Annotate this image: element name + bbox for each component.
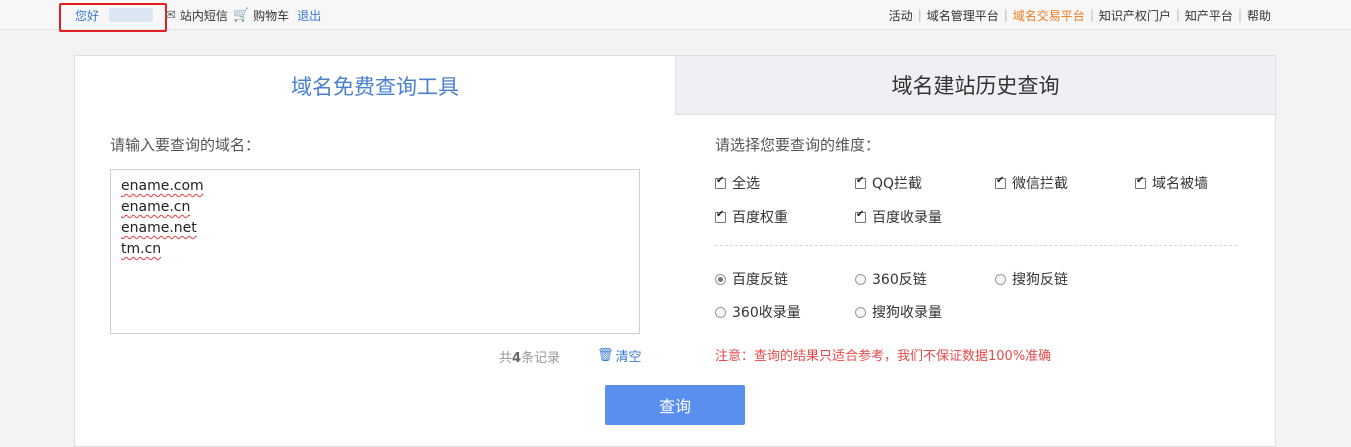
checkbox-label: 全选 [732, 176, 760, 192]
top-nav: 活动 | 域名管理平台 | 域名交易平台 | 知识产权门户 | 知产平台 | 帮助 [889, 0, 1271, 30]
nav-separator: | [1175, 8, 1180, 22]
trash-icon: 🗑 [597, 348, 614, 363]
cart-label: 购物车 [253, 8, 290, 23]
messages-label: 站内短信 [179, 8, 228, 23]
record-count: 共4条记录 [499, 347, 560, 366]
options-divider [715, 245, 1237, 246]
count-prefix: 共 [499, 351, 513, 366]
checkbox-label: 百度收录量 [872, 210, 942, 226]
radio-icon[interactable] [715, 306, 726, 318]
checkbox-label: 域名被墙 [1152, 176, 1208, 192]
top-bar: 您好 ✉ 站内短信 🛒 购物车 退出 活动 | 域名管理平台 | 域名交易平台 | 知识产权… [0, 0, 1351, 32]
checkbox-label: 百度权重 [732, 210, 788, 226]
count-number: 4 [512, 351, 522, 366]
checkbox-label: 微信拦截 [1012, 176, 1068, 192]
dimension-label: 请选择您要查询的维度： [715, 136, 881, 154]
nav-separator: | [1237, 8, 1242, 22]
hello-text: 您好 [75, 8, 100, 23]
domain-entry: ename.com [121, 178, 204, 194]
radio-360-indexed[interactable]: 360收录量 [715, 302, 801, 322]
radio-label: 搜狗反链 [1012, 272, 1068, 288]
top-bar-left: 您好 ✉ 站内短信 🛒 购物车 退出 [60, 0, 321, 30]
checkbox-checked-icon[interactable] [995, 175, 1006, 189]
radio-360-backlinks[interactable]: 360反链 [855, 269, 927, 289]
checkbox-label: QQ拦截 [872, 176, 923, 192]
top-nav-item[interactable]: 活动 [889, 7, 913, 24]
radio-selected-icon[interactable] [715, 273, 726, 285]
cart-link[interactable]: 🛒 购物车 [233, 7, 289, 24]
domain-entry: ename.net [121, 220, 197, 236]
username-blurred[interactable] [109, 8, 154, 22]
top-nav-item[interactable]: 域名交易平台 [1013, 7, 1085, 24]
accuracy-notice: 注意：查询的结果只适合参考，我们不保证数据100%准确 [715, 349, 1052, 364]
radio-icon[interactable] [855, 306, 866, 318]
clear-label: 清空 [615, 350, 642, 365]
top-nav-item[interactable]: 知识产权门户 [1099, 7, 1171, 24]
checkbox-checked-icon[interactable] [715, 175, 726, 189]
nav-separator: | [917, 8, 922, 22]
clear-button[interactable]: 🗑 清空 [597, 346, 642, 365]
radio-label: 百度反链 [732, 272, 788, 288]
radio-icon[interactable] [855, 273, 866, 285]
domain-entry: tm.cn [121, 241, 162, 257]
checkbox-checked-icon[interactable] [855, 209, 866, 223]
checkbox-baidu-indexed[interactable]: 百度收录量 [855, 207, 942, 227]
messages-link[interactable]: ✉ 站内短信 [165, 7, 228, 24]
radio-sogou-backlinks[interactable]: 搜狗反链 [995, 269, 1068, 289]
nav-separator: | [1003, 8, 1008, 22]
domain-entry: ename.cn [121, 199, 191, 215]
nav-separator: | [1089, 8, 1094, 22]
radio-sogou-indexed[interactable]: 搜狗收录量 [855, 302, 942, 322]
top-nav-item[interactable]: 知产平台 [1185, 7, 1233, 24]
radio-label: 搜狗收录量 [872, 305, 942, 321]
cart-icon: 🛒 [232, 7, 250, 23]
radio-icon[interactable] [995, 273, 1006, 285]
count-suffix: 条记录 [521, 351, 561, 366]
checkbox-checked-icon[interactable] [855, 175, 866, 189]
tab-history-query[interactable]: 域名建站历史查询 [675, 56, 1275, 115]
tab-free-query[interactable]: 域名免费查询工具 [75, 56, 675, 115]
radio-baidu-backlinks[interactable]: 百度反链 [715, 269, 788, 289]
radio-label: 360反链 [872, 272, 927, 288]
logout-link[interactable]: 退出 [297, 7, 321, 24]
top-nav-item[interactable]: 域名管理平台 [927, 7, 999, 24]
envelope-icon: ✉ [165, 7, 176, 23]
checkbox-baidu-weight[interactable]: 百度权重 [715, 207, 788, 227]
query-button[interactable]: 查询 [605, 385, 745, 425]
checkbox-wechat-block[interactable]: 微信拦截 [995, 173, 1068, 193]
checkbox-select-all[interactable]: 全选 [715, 173, 760, 193]
checkbox-qq-block[interactable]: QQ拦截 [855, 173, 922, 193]
domain-input-label: 请输入要查询的域名： [110, 136, 261, 154]
checkbox-checked-icon[interactable] [1135, 175, 1146, 189]
top-nav-item[interactable]: 帮助 [1247, 7, 1271, 24]
domain-textarea[interactable]: ename.com ename.cn ename.net tm.cn [110, 169, 640, 334]
radio-label: 360收录量 [732, 305, 801, 321]
query-panel: 域名免费查询工具 域名建站历史查询 请输入要查询的域名： ename.com en… [74, 55, 1276, 447]
tab-bar: 域名免费查询工具 域名建站历史查询 [75, 56, 1275, 115]
checkbox-checked-icon[interactable] [715, 209, 726, 223]
checkbox-domain-walled[interactable]: 域名被墙 [1135, 173, 1208, 193]
